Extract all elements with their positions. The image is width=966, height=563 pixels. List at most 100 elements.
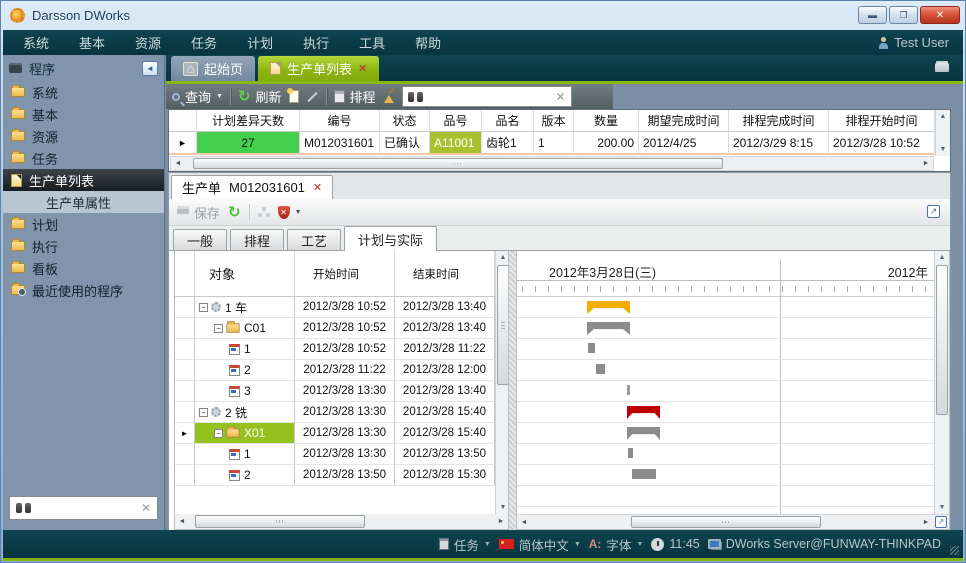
status-font-menu[interactable]: A: 字体 ▼ xyxy=(589,535,644,554)
clean-button[interactable] xyxy=(383,91,395,103)
table-horizontal-scrollbar[interactable]: ◄ ► xyxy=(175,514,508,529)
object-cell[interactable]: 3 xyxy=(195,381,295,402)
menu-item-3[interactable]: 资源 xyxy=(135,33,161,52)
menu-item-7[interactable]: 工具 xyxy=(359,33,385,52)
table-column-header[interactable]: 开始时间 xyxy=(295,251,395,296)
scrollbar-thumb[interactable] xyxy=(497,265,508,385)
close-button[interactable]: ✕ xyxy=(920,6,960,24)
sidebar-collapse-button[interactable]: ◄ xyxy=(142,61,158,76)
query-button[interactable]: 查询 ▼ xyxy=(172,87,223,106)
sidebar-item-4[interactable]: 任务 xyxy=(3,147,164,169)
grid-column-header[interactable]: 期望完成时间 xyxy=(639,110,729,132)
gantt-bar[interactable] xyxy=(588,343,595,353)
chevron-down-icon[interactable]: ▼ xyxy=(636,541,643,548)
edit-button[interactable] xyxy=(306,96,319,98)
grid-horizontal-scrollbar[interactable]: ◄ ► xyxy=(170,156,934,171)
reload-button[interactable]: ↻ xyxy=(228,203,241,221)
menu-item-5[interactable]: 计划 xyxy=(247,33,273,52)
table-row[interactable]: −C012012/3/28 10:522012/3/28 13:40 xyxy=(175,318,495,339)
scroll-left-icon[interactable]: ◄ xyxy=(171,160,185,167)
grid-cell[interactable]: 齿轮1 xyxy=(482,132,534,155)
table-column-header[interactable]: 结束时间 xyxy=(395,251,495,296)
scroll-down-icon[interactable]: ▼ xyxy=(939,504,946,511)
grid-cell[interactable]: 27 xyxy=(197,132,300,155)
tree-expand-icon[interactable]: − xyxy=(214,429,223,438)
menu-item-4[interactable]: 任务 xyxy=(191,33,217,52)
title-bar[interactable]: Darsson DWorks ▬ ❐ ✕ xyxy=(0,0,966,30)
status-language-menu[interactable]: 简体中文 ▼ xyxy=(499,535,581,554)
grid-cell[interactable]: 1 xyxy=(534,132,574,155)
scrollbar-thumb[interactable] xyxy=(631,516,821,528)
chevron-down-icon[interactable]: ▼ xyxy=(216,93,223,100)
scrollbar-thumb[interactable] xyxy=(195,515,365,528)
table-row[interactable]: 22012/3/28 11:222012/3/28 12:00 xyxy=(175,360,495,381)
new-button[interactable] xyxy=(289,90,299,103)
gantt-bar[interactable] xyxy=(627,385,630,395)
table-row[interactable]: 12012/3/28 13:302012/3/28 13:50 xyxy=(175,444,495,465)
grid-column-header[interactable]: 编号 xyxy=(300,110,380,132)
grid-cell[interactable]: 200.00 xyxy=(574,132,639,155)
printer-icon[interactable] xyxy=(935,63,949,72)
chevron-down-icon[interactable]: ▼ xyxy=(574,541,581,548)
scroll-up-icon[interactable]: ▲ xyxy=(940,113,947,120)
scrollbar-track[interactable] xyxy=(189,514,494,529)
sidebar-item-3[interactable]: 资源 xyxy=(3,125,164,147)
close-icon[interactable]: ✕ xyxy=(313,181,322,194)
object-cell[interactable]: −1 车 xyxy=(195,297,295,318)
tree-expand-icon[interactable]: − xyxy=(199,303,208,312)
table-row[interactable]: 22012/3/28 13:502012/3/28 15:30 xyxy=(175,465,495,486)
order-tab[interactable]: 生产单 M012031601 ✕ xyxy=(171,175,333,199)
menu-item-1[interactable]: 系统 xyxy=(23,33,49,52)
open-external-icon[interactable]: ↗ xyxy=(935,516,947,528)
scroll-right-icon[interactable]: ► xyxy=(919,160,933,167)
resize-grip[interactable] xyxy=(950,546,959,555)
scroll-down-icon[interactable]: ▼ xyxy=(500,504,507,511)
tree-expand-icon[interactable]: − xyxy=(199,408,208,417)
object-cell[interactable]: 2 xyxy=(195,465,295,486)
close-icon[interactable]: ✕ xyxy=(358,62,367,75)
grid-column-header[interactable]: 状态 xyxy=(380,110,430,132)
subtab-3[interactable]: 工艺 xyxy=(287,229,341,250)
minimize-button[interactable]: ▬ xyxy=(858,6,887,24)
grid-data-row[interactable]: ►27M012031601已确认A11001齿轮11200.002012/4/2… xyxy=(169,132,935,155)
gantt-bar[interactable] xyxy=(596,364,605,374)
toolbar-search-clear-icon[interactable]: ✕ xyxy=(556,90,566,104)
gantt-vertical-scrollbar[interactable]: ▲ ▼ xyxy=(934,251,949,514)
scrollbar-thumb[interactable] xyxy=(936,265,948,415)
object-cell[interactable]: 1 xyxy=(195,444,295,465)
table-row[interactable]: 32012/3/28 13:302012/3/28 13:40 xyxy=(175,381,495,402)
open-external-icon[interactable]: ↗ xyxy=(927,205,940,218)
table-row[interactable]: −1 车2012/3/28 10:522012/3/28 13:40 xyxy=(175,297,495,318)
chevron-down-icon[interactable]: ▼ xyxy=(295,209,302,216)
object-cell[interactable]: −C01 xyxy=(195,318,295,339)
routing-button[interactable] xyxy=(258,207,270,217)
tab-2[interactable]: 生产单列表✕ xyxy=(258,56,379,81)
scroll-right-icon[interactable]: ► xyxy=(494,518,508,525)
save-button[interactable]: 保存 xyxy=(177,203,220,222)
table-row[interactable]: −2 铣2012/3/28 13:302012/3/28 15:40 xyxy=(175,402,495,423)
subtab-2[interactable]: 排程 xyxy=(230,229,284,250)
menu-item-8[interactable]: 帮助 xyxy=(415,33,441,52)
sidebar-search-input[interactable] xyxy=(37,501,135,515)
chevron-down-icon[interactable]: ▼ xyxy=(484,541,491,548)
grid-column-header[interactable]: 排程开始时间 xyxy=(829,110,935,132)
refresh-button[interactable]: ↻ 刷新 xyxy=(238,87,282,106)
sidebar-item-5[interactable]: 生产单列表 xyxy=(3,169,164,191)
scrollbar-thumb[interactable] xyxy=(193,158,723,169)
table-row[interactable]: 12012/3/28 10:522012/3/28 11:22 xyxy=(175,339,495,360)
grid-cell[interactable]: 2012/4/25 xyxy=(639,132,729,155)
grid-column-header[interactable]: 计划差异天数 xyxy=(197,110,300,132)
validate-button[interactable]: ✕ ▼ xyxy=(278,206,302,219)
gantt-horizontal-scrollbar[interactable]: ◄ ► xyxy=(517,515,933,529)
tab-1[interactable]: ⌂起始页 xyxy=(171,56,255,81)
grid-column-header[interactable]: 品号 xyxy=(430,110,482,132)
scrollbar-track[interactable] xyxy=(531,515,919,529)
sidebar-item-10[interactable]: 最近使用的程序 xyxy=(3,279,164,301)
grid-column-header[interactable]: 品名 xyxy=(482,110,534,132)
gantt-bar[interactable] xyxy=(628,448,633,458)
object-cell[interactable]: 2 xyxy=(195,360,295,381)
sidebar-search-clear-icon[interactable]: ✕ xyxy=(141,501,151,515)
sidebar-item-2[interactable]: 基本 xyxy=(3,103,164,125)
grid-cell[interactable]: 2012/3/28 10:52 xyxy=(829,132,935,155)
status-task-menu[interactable]: 任务 ▼ xyxy=(439,535,491,554)
